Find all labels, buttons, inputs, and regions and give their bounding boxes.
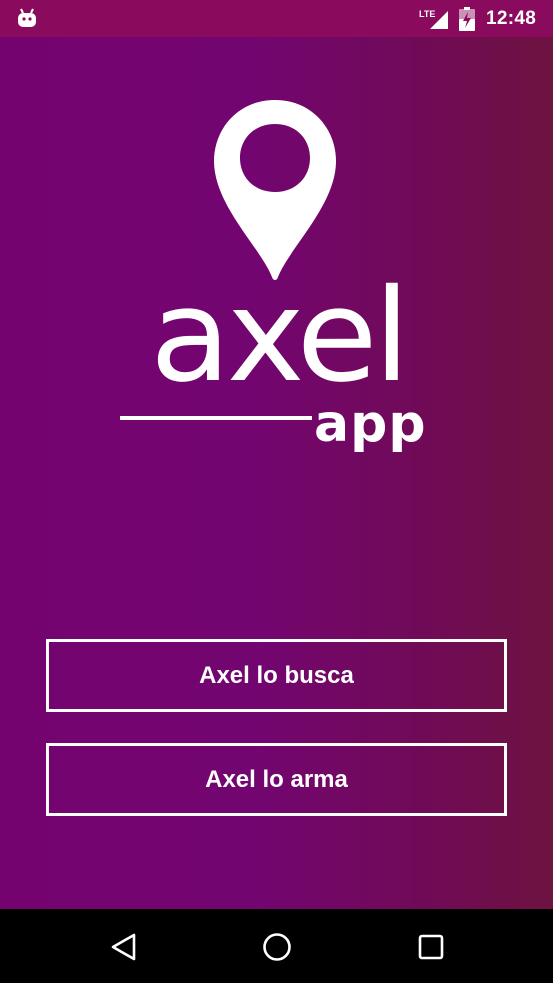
lte-signal-icon: LTE xyxy=(419,9,448,29)
navigation-bar xyxy=(0,909,553,983)
status-clock: 12:48 xyxy=(486,8,537,29)
axel-lo-busca-label: Axel lo busca xyxy=(199,661,354,689)
brand-name: axel xyxy=(149,262,410,411)
axel-lo-arma-button[interactable]: Axel lo arma xyxy=(46,743,507,816)
app-screen: LTE 12:48 axel app Axel lo busca Axel lo… xyxy=(0,0,553,983)
axel-app-logo: axel app xyxy=(110,97,446,477)
svg-text:LTE: LTE xyxy=(419,9,435,19)
brand-suffix: app xyxy=(314,394,427,454)
main-content: axel app Axel lo busca Axel lo arma xyxy=(0,37,553,909)
battery-charging-icon xyxy=(459,7,475,31)
logo-underline xyxy=(120,416,312,420)
android-debug-icon xyxy=(18,8,36,27)
axel-lo-arma-label: Axel lo arma xyxy=(205,765,348,793)
location-pin-icon xyxy=(214,100,336,280)
back-icon[interactable] xyxy=(109,932,139,962)
status-bar: LTE 12:48 xyxy=(0,0,553,37)
recents-icon[interactable] xyxy=(416,932,446,962)
axel-lo-busca-button[interactable]: Axel lo busca xyxy=(46,639,507,712)
home-icon[interactable] xyxy=(262,932,292,962)
